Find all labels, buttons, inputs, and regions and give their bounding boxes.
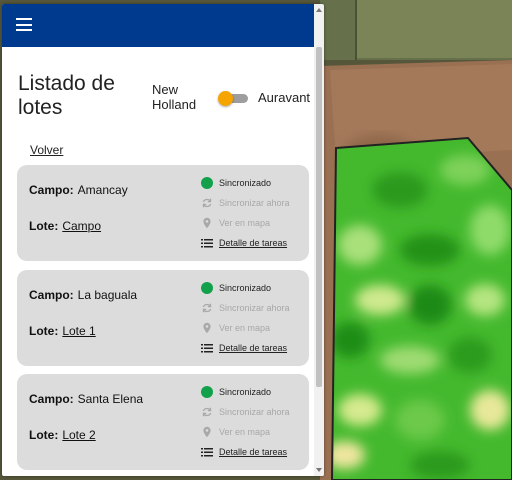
sync-now-button[interactable]: Sincronizar ahora bbox=[201, 302, 290, 314]
campo-row: Campo: Amancay bbox=[29, 183, 128, 197]
toggle-knob bbox=[218, 91, 233, 106]
synced-dot-icon bbox=[201, 386, 213, 398]
sync-now-label: Sincronizar ahora bbox=[219, 407, 290, 417]
campo-row: Campo: Santa Elena bbox=[29, 392, 143, 406]
sync-status-label: Sincronizado bbox=[219, 387, 272, 397]
task-detail-link[interactable]: Detalle de tareas bbox=[201, 446, 287, 458]
sync-now-button[interactable]: Sincronizar ahora bbox=[201, 406, 290, 418]
synced-dot-icon bbox=[201, 282, 213, 294]
campo-row: Campo: La baguala bbox=[29, 288, 137, 302]
sync-icon bbox=[201, 197, 213, 209]
sync-icon bbox=[201, 406, 213, 418]
task-detail-label: Detalle de tareas bbox=[219, 238, 288, 248]
lot-list-panel: Listado de lotes New Holland Auravant Vo… bbox=[2, 4, 324, 476]
sync-now-label: Sincronizar ahora bbox=[219, 303, 290, 313]
brand-auravant-label: Auravant bbox=[258, 90, 311, 105]
sync-status: Sincronizado bbox=[201, 177, 271, 189]
app-bar bbox=[2, 4, 324, 47]
map-pin-icon bbox=[201, 217, 213, 229]
scrollbar-thumb[interactable] bbox=[316, 47, 322, 387]
lote-label: Lote: bbox=[29, 219, 59, 233]
lote-row: Lote: Lote 2 bbox=[29, 428, 96, 442]
scroll-down-arrow-icon[interactable] bbox=[316, 468, 322, 472]
campo-label: Campo: bbox=[29, 392, 74, 406]
campo-value: Amancay bbox=[77, 183, 128, 197]
map-pin-icon bbox=[201, 426, 213, 438]
sync-icon bbox=[201, 302, 213, 314]
view-on-map-label: Ver en mapa bbox=[219, 427, 271, 437]
lote-link[interactable]: Lote 2 bbox=[62, 428, 95, 442]
brand-new-holland-label: New Holland bbox=[152, 82, 197, 112]
lot-card: Campo: Santa Elena Lote: Lote 2 Sincroniza… bbox=[17, 374, 309, 470]
lote-link[interactable]: Campo bbox=[62, 219, 101, 233]
panel-scroll-area[interactable]: Listado de lotes New Holland Auravant Vo… bbox=[2, 47, 314, 476]
list-icon bbox=[201, 446, 213, 458]
synced-dot-icon bbox=[201, 177, 213, 189]
task-detail-link[interactable]: Detalle de tareas bbox=[201, 342, 287, 354]
sync-status: Sincronizado bbox=[201, 386, 271, 398]
lote-row: Lote: Campo bbox=[29, 219, 101, 233]
sync-now-label: Sincronizar ahora bbox=[219, 198, 290, 208]
provider-toggle[interactable] bbox=[218, 91, 248, 106]
sync-status-label: Sincronizado bbox=[219, 178, 272, 188]
page-title: Listado de lotes bbox=[18, 72, 115, 119]
view-on-map-button[interactable]: Ver en mapa bbox=[201, 217, 270, 229]
lot-card: Campo: La baguala Lote: Lote 1 Sincronizad… bbox=[17, 270, 309, 366]
scroll-up-arrow-icon[interactable] bbox=[316, 8, 322, 12]
task-detail-link[interactable]: Detalle de tareas bbox=[201, 237, 287, 249]
lote-label: Lote: bbox=[29, 324, 59, 338]
list-icon bbox=[201, 237, 213, 249]
list-icon bbox=[201, 342, 213, 354]
campo-value: Santa Elena bbox=[77, 392, 144, 406]
map-pin-icon bbox=[201, 322, 213, 334]
campo-label: Campo: bbox=[29, 183, 74, 197]
campo-value: La baguala bbox=[77, 288, 138, 302]
hamburger-menu-icon[interactable] bbox=[16, 18, 32, 31]
task-detail-label: Detalle de tareas bbox=[219, 447, 288, 457]
sync-status-label: Sincronizado bbox=[219, 283, 272, 293]
view-on-map-button[interactable]: Ver en mapa bbox=[201, 322, 270, 334]
vertical-scrollbar[interactable] bbox=[314, 4, 324, 476]
view-on-map-label: Ver en mapa bbox=[219, 218, 271, 228]
sync-now-button[interactable]: Sincronizar ahora bbox=[201, 197, 290, 209]
campo-label: Campo: bbox=[29, 288, 74, 302]
back-link[interactable]: Volver bbox=[30, 143, 63, 157]
sync-status: Sincronizado bbox=[201, 282, 271, 294]
lote-link[interactable]: Lote 1 bbox=[62, 324, 95, 338]
lot-card: Campo: Amancay Lote: Campo Sincronizado Si… bbox=[17, 165, 309, 261]
lote-label: Lote: bbox=[29, 428, 59, 442]
view-on-map-button[interactable]: Ver en mapa bbox=[201, 426, 270, 438]
view-on-map-label: Ver en mapa bbox=[219, 323, 271, 333]
lote-row: Lote: Lote 1 bbox=[29, 324, 96, 338]
task-detail-label: Detalle de tareas bbox=[219, 343, 288, 353]
